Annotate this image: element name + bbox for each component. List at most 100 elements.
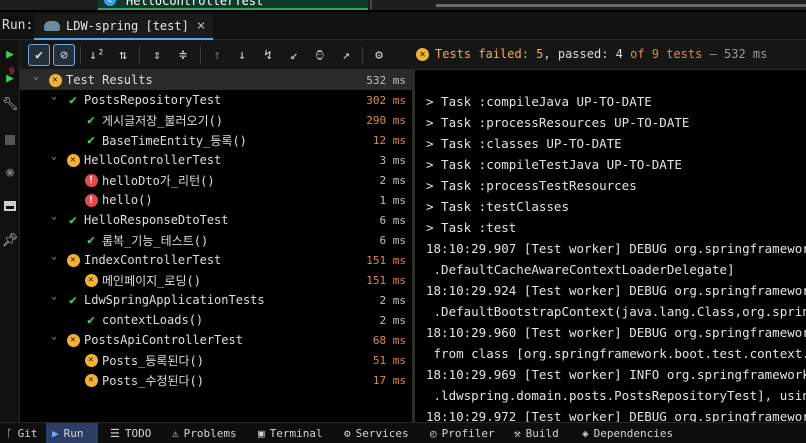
stop-icon[interactable]	[2, 132, 18, 148]
prev-failed-button[interactable]: ↑	[206, 44, 228, 66]
run-config-tab[interactable]: LDW-spring [test] ×	[34, 14, 214, 40]
duration-label: 290 ms	[366, 113, 406, 127]
tool-window-dependencies-button[interactable]: ◈ Dependencies	[576, 423, 679, 443]
check-icon: ✔	[69, 292, 77, 308]
editor-divider	[370, 0, 372, 10]
test-case-row[interactable]: ✔ 롬복_기능_테스트() 6 ms	[20, 230, 412, 250]
expand-all-button[interactable]: ⇕	[146, 44, 168, 66]
console-line: > Task :test	[426, 220, 517, 235]
test-case-row[interactable]: ✔ contextLoads() 2 ms	[20, 310, 412, 330]
test-name: 롬복_기능_테스트()	[102, 233, 209, 248]
tool-window-services-button[interactable]: ⚙ Services	[338, 423, 415, 443]
check-icon: ✔	[87, 232, 95, 248]
test-case-row[interactable]: ! helloDto가_리턴() 2 ms	[20, 170, 412, 190]
tool-window-git-button[interactable]: ᚴ Git	[0, 423, 43, 443]
status-icon: ✕	[66, 253, 80, 267]
console-line: > Task :testClasses	[426, 199, 569, 214]
test-case-row[interactable]: ✕ Posts_등록된다() 51 ms	[20, 350, 412, 370]
export-tests-button[interactable]: ↙	[283, 44, 305, 66]
history-button[interactable]: ⌚︎	[309, 44, 331, 66]
console-line: .DefaultBootstrapContext(java.lang.Class…	[426, 304, 806, 319]
wrench-icon[interactable]: 🔧︎	[2, 96, 19, 112]
console-line: > Task :classes UP-TO-DATE	[426, 136, 622, 151]
chevron-down-icon[interactable]: ⌄	[48, 331, 60, 342]
test-suite-row[interactable]: ⌄ ✕ IndexControllerTest 151 ms	[20, 250, 412, 270]
show-passed-button[interactable]: ✔	[28, 44, 50, 66]
duration-label: 151 ms	[366, 253, 406, 267]
dependencies-icon: ◈	[582, 427, 589, 440]
tool-window-todo-button[interactable]: ☰ TODO	[104, 423, 157, 443]
tool-window-label: TODO	[124, 427, 152, 440]
console-output[interactable]: > Task :compileJava UP-TO-DATE > Task :pr…	[415, 70, 806, 422]
settings-button[interactable]: ⚙	[368, 44, 390, 66]
test-case-row[interactable]: ✔ 게시글저장_불러오기() 290 ms	[20, 110, 412, 130]
chevron-down-icon[interactable]: ⌄	[30, 71, 42, 82]
failed-icon: ✕	[84, 353, 98, 367]
test-suite-row[interactable]: ⌄ ✔ LdwSpringApplicationTests 2 ms	[20, 290, 412, 310]
rerun-icon[interactable]: ▶	[2, 46, 18, 62]
test-suite-row[interactable]: ⌄ ✔ PostsRepositoryTest 302 ms	[20, 90, 412, 110]
list-icon: ☰	[110, 427, 120, 440]
tool-window-problems-button[interactable]: ⚠ Problems	[166, 423, 243, 443]
tool-window-build-button[interactable]: ⚒ Build	[508, 423, 565, 443]
sort-alpha-button[interactable]: ↓²	[86, 44, 108, 66]
status-icon: ✔	[84, 313, 98, 328]
show-ignored-button[interactable]: ⊘	[53, 44, 75, 66]
chevron-down-icon[interactable]: ⌄	[48, 151, 60, 162]
arrow-up-icon: ↑	[213, 47, 221, 63]
tool-window-label: Dependencies	[593, 427, 674, 440]
gradle-elephant-icon	[44, 21, 60, 31]
failed-icon: ✕	[84, 273, 98, 287]
open-external-button[interactable]: ↗	[335, 44, 357, 66]
test-name: Posts_등록된다()	[102, 353, 204, 368]
editor-tab-hellocontrollertest[interactable]: C HelloControllerTest	[98, 0, 368, 10]
warning-icon: ✕	[416, 47, 429, 61]
suite-name: PostsRepositoryTest	[84, 93, 222, 107]
layout-icon[interactable]	[2, 198, 18, 214]
next-failed-button[interactable]: ↓	[231, 44, 253, 66]
tool-window-label: Build	[525, 427, 559, 440]
failed-icon: ✕	[66, 333, 80, 347]
chevron-down-icon[interactable]: ⌄	[48, 291, 60, 302]
close-icon[interactable]: ×	[197, 18, 205, 34]
tool-window-label: Git	[17, 427, 38, 440]
chevron-down-icon[interactable]: ⌄	[48, 91, 60, 102]
test-summary: ✕ Tests failed: 5, passed: 4 of 9 tests …	[416, 47, 767, 61]
rerun-failed-icon[interactable]: ▶ 9	[2, 67, 18, 86]
check-icon: ✔	[87, 112, 95, 128]
import-icon: ↯	[264, 47, 272, 63]
tool-window-label: Terminal	[269, 427, 323, 440]
hammer-icon: ⚒	[514, 427, 521, 440]
test-case-row[interactable]: ✕ Posts_수정된다() 17 ms	[20, 370, 412, 390]
chevron-down-icon[interactable]: ⌄	[48, 211, 60, 222]
run-label: Run:	[2, 18, 34, 33]
test-case-row[interactable]: ✕ 메인페이지_로딩() 151 ms	[20, 270, 412, 290]
toolbar-separator	[80, 46, 81, 64]
test-suite-row[interactable]: ⌄ ✕ HelloControllerTest 3 ms	[20, 150, 412, 170]
duration-label: 2 ms	[379, 173, 407, 187]
test-case-row[interactable]: ✔ BaseTimeEntity_등록() 12 ms	[20, 130, 412, 150]
toolbar-separator	[139, 46, 140, 64]
tool-window-run-button[interactable]: ▶ Run	[46, 423, 98, 443]
import-tests-button[interactable]: ↯	[257, 44, 279, 66]
tree-root-results[interactable]: ⌄ ✕ Test Results 532 ms	[20, 70, 412, 90]
test-suite-row[interactable]: ⌄ ✕ PostsApiControllerTest 68 ms	[20, 330, 412, 350]
summary-failed-label: Tests failed:	[435, 47, 537, 61]
test-case-row[interactable]: ! hello() 1 ms	[20, 190, 412, 210]
summary-passed-count: 4	[615, 47, 623, 61]
editor-tab-strip: C HelloControllerTest	[0, 0, 806, 10]
collapse-all-button[interactable]: ≑	[172, 44, 194, 66]
duration-label: 532 ms	[366, 73, 406, 87]
editor-scrollbar[interactable]	[436, 4, 806, 7]
check-icon: ✔	[35, 47, 43, 63]
eye-icon[interactable]: ◉	[2, 164, 18, 180]
chevron-down-icon[interactable]: ⌄	[48, 251, 60, 262]
pin-icon[interactable]: 📌︎	[2, 232, 19, 248]
test-suite-row[interactable]: ⌄ ✔ HelloResponseDtoTest 6 ms	[20, 210, 412, 230]
profiler-icon: ◴	[430, 427, 437, 440]
duration-label: 51 ms	[372, 353, 406, 367]
tool-window-profiler-button[interactable]: ◴ Profiler	[424, 423, 501, 443]
duration-label: 6 ms	[379, 233, 407, 247]
sort-duration-button[interactable]: ⇅	[112, 44, 134, 66]
tool-window-terminal-button[interactable]: ▣ Terminal	[252, 423, 329, 443]
